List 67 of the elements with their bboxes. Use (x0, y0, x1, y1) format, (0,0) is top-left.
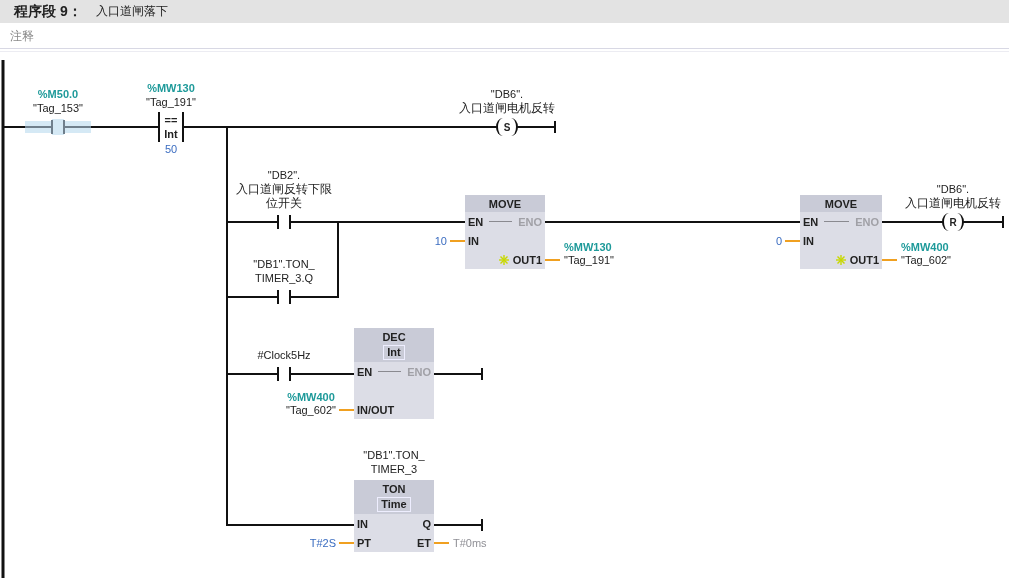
pin-label: IN (468, 234, 479, 247)
pin-label: IN (357, 517, 368, 530)
literal-value: 0 (775, 234, 782, 247)
operand-label: "Tag_602" (286, 403, 336, 416)
operand-label: "DB2". (267, 168, 301, 182)
operand-label: "DB1".TON_ (253, 257, 315, 271)
pin-wire (434, 541, 449, 544)
compare-value: 50 (164, 143, 178, 155)
instance-label: TIMER_3 (370, 462, 418, 476)
pin-label: OUT1 (512, 253, 542, 266)
pin-label: Q (422, 517, 431, 530)
network-label: 程序段 9： (14, 2, 82, 21)
operand-label: 位开关 (266, 196, 302, 210)
operand-label: 入口道闸电机反转 (905, 196, 1001, 210)
pin-label: PT (357, 536, 372, 549)
operand-label: T#0ms (453, 536, 487, 549)
pin-wire (882, 258, 897, 261)
instruction-name: TON (382, 482, 406, 495)
instruction-name: MOVE (824, 197, 858, 210)
instruction-name: DEC (382, 330, 406, 343)
operand-address: %M50.0 (37, 87, 79, 101)
pin-label: ENO (518, 215, 542, 228)
network-title[interactable]: 入口道闸落下 (95, 3, 168, 20)
pin-label: EN (803, 215, 819, 228)
connector-line (378, 371, 402, 372)
operand-label: "Tag_191" (564, 253, 614, 266)
pin-wire (785, 239, 800, 242)
coil[interactable]: R (942, 213, 964, 231)
pin-label: ENO (407, 365, 431, 378)
connector-line (824, 221, 850, 222)
pin-label: IN/OUT (357, 403, 395, 416)
instance-label: "DB1".TON_ (363, 448, 425, 462)
pin-label: EN (468, 215, 484, 228)
operator-label: == (164, 113, 178, 127)
operand-label: 入口道闸电机反转 (459, 101, 555, 115)
pin-label: IN (803, 234, 814, 247)
operand-address: %MW400 (901, 239, 949, 254)
type-label: Int (383, 344, 405, 360)
type-label: Time (377, 496, 411, 512)
pin-wire (450, 239, 465, 242)
pin-label: ENO (855, 215, 879, 228)
operand-label: #Clock5Hz (257, 348, 311, 362)
operand-label: "DB6". (490, 87, 524, 101)
operand-address: %MW130 (564, 239, 612, 254)
operand-label: "Tag_191" (146, 95, 196, 109)
literal-value: T#2S (309, 536, 336, 549)
operand-label: "Tag_602" (901, 253, 951, 266)
coil[interactable]: S (496, 118, 518, 136)
pin-wire (545, 258, 560, 261)
instruction-name: MOVE (488, 197, 522, 210)
pin-label: EN (357, 365, 373, 378)
operand-address: %MW130 (147, 81, 195, 95)
pin-wire (339, 408, 354, 411)
operand-label: 入口道闸反转下限 (236, 182, 332, 196)
compare-instruction[interactable]: == Int (158, 112, 184, 142)
literal-value: 10 (434, 234, 447, 247)
operand-label: TIMER_3.Q (254, 271, 314, 285)
comment-field[interactable]: 注释 (10, 28, 1000, 43)
instruction-box[interactable]: TON Time IN Q PT ET (354, 480, 434, 552)
connector-line (489, 221, 513, 222)
pin-label: OUT1 (849, 253, 879, 266)
operand-label: "DB6". (936, 182, 970, 196)
operand-label: "Tag_153" (33, 101, 83, 115)
operand-address: %MW400 (287, 389, 335, 404)
pin-label: ET (416, 536, 431, 549)
pin-wire (339, 541, 354, 544)
type-label: Int (164, 127, 178, 141)
